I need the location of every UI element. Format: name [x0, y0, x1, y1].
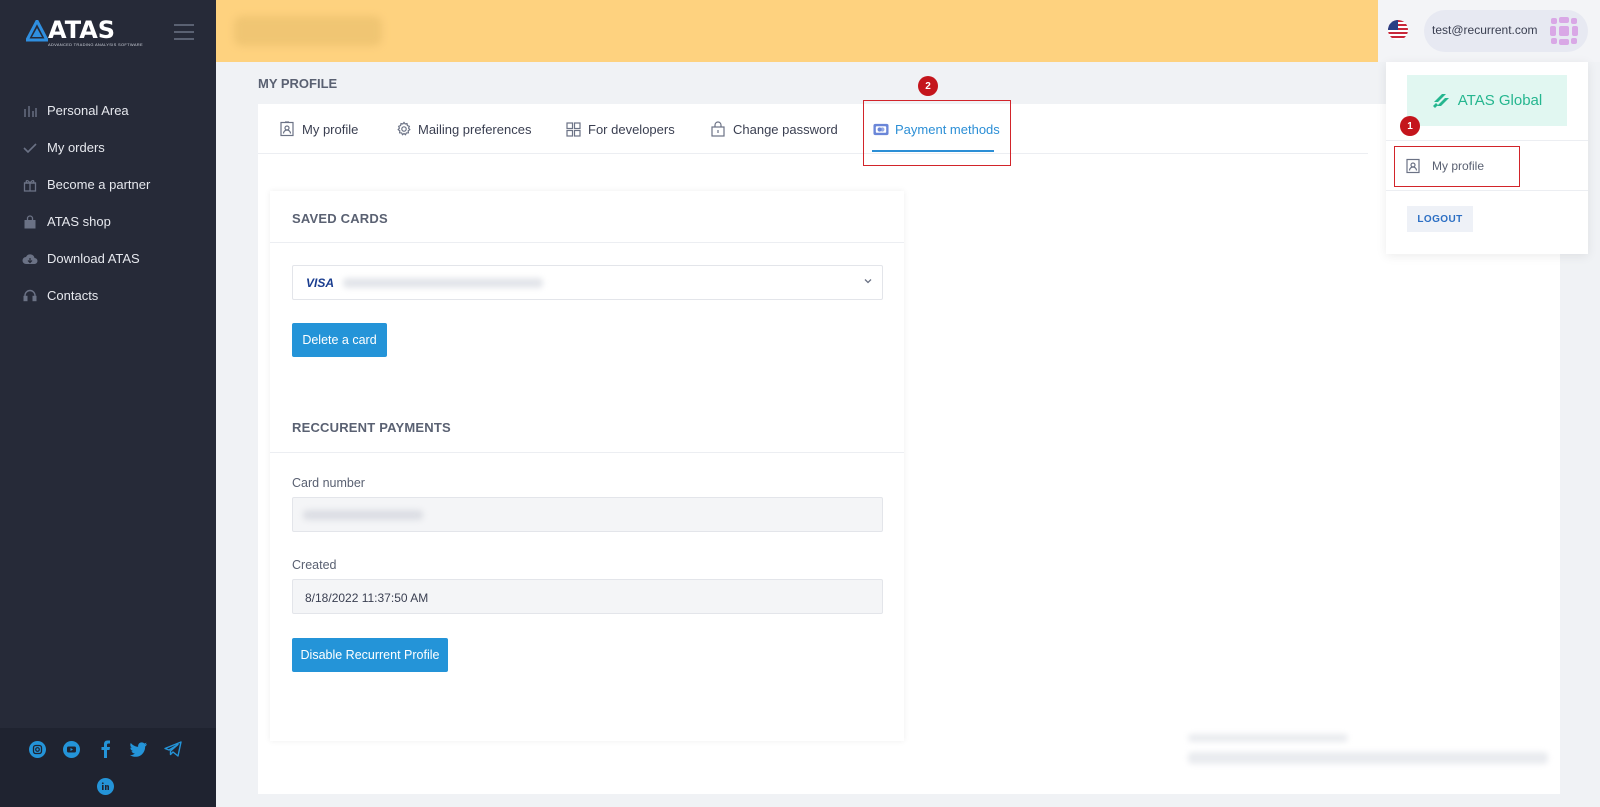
bar-chart-icon	[22, 103, 38, 119]
cloud-download-icon	[22, 251, 38, 267]
atas-global-logo-icon	[1432, 93, 1449, 108]
tab-for-developers[interactable]: For developers	[566, 104, 675, 154]
created-value: 8/18/2022 11:37:50 AM	[305, 591, 429, 605]
visa-brand: VISA	[306, 276, 335, 290]
sidebar-item-label: My orders	[47, 140, 105, 155]
divider	[1386, 140, 1588, 141]
menu-toggle-icon[interactable]	[174, 24, 194, 40]
tab-label: Mailing preferences	[418, 121, 532, 137]
tab-change-password[interactable]: Change password	[711, 104, 838, 154]
annotation-badge-2: 2	[918, 76, 938, 96]
card-number-field	[292, 497, 883, 532]
top-banner	[216, 0, 1378, 62]
divider	[1386, 190, 1588, 191]
atas-logo[interactable]: ATAS ADVANCED TRADING ANALYSIS SOFTWARE	[26, 14, 143, 48]
annotation-box-payment-methods	[863, 100, 1011, 166]
sidebar-item-label: Become a partner	[47, 177, 151, 192]
social-links	[0, 728, 216, 807]
annotation-box-my-profile	[1394, 146, 1520, 187]
gear-icon	[396, 121, 412, 137]
created-field: 8/18/2022 11:37:50 AM	[292, 579, 883, 614]
delete-card-button[interactable]: Delete a card	[292, 323, 387, 357]
page-title: MY PROFILE	[258, 76, 338, 91]
headset-icon	[22, 288, 38, 304]
sidebar-item-label: Download ATAS	[47, 251, 140, 266]
sidebar-item-label: Personal Area	[47, 103, 129, 118]
recurrent-payments-title: RECCURENT PAYMENTS	[292, 420, 451, 435]
atas-logo-icon	[26, 20, 48, 42]
saved-cards-title: SAVED CARDS	[292, 211, 388, 226]
grid-icon	[566, 121, 582, 137]
id-card-icon	[280, 121, 296, 137]
logout-button[interactable]: LOGOUT	[1407, 206, 1473, 232]
sidebar-item-personal-area[interactable]: Personal Area	[0, 92, 216, 129]
instagram-icon[interactable]	[28, 740, 46, 758]
youtube-icon[interactable]	[62, 740, 80, 758]
divider	[270, 242, 904, 243]
tab-mailing-preferences[interactable]: Mailing preferences	[396, 104, 531, 154]
divider	[270, 452, 904, 453]
sidebar-item-label: ATAS shop	[47, 214, 111, 229]
lock-icon	[711, 121, 727, 137]
us-flag-icon[interactable]	[1388, 20, 1408, 40]
app-tagline: ADVANCED TRADING ANALYSIS SOFTWARE	[48, 42, 143, 47]
telegram-icon[interactable]	[164, 740, 182, 758]
card-number-redacted	[303, 510, 423, 520]
sidebar-nav: Personal Area My orders Become a partner…	[0, 92, 216, 314]
shopping-bag-icon	[22, 214, 38, 230]
twitter-icon[interactable]	[130, 740, 148, 758]
sidebar-item-download-atas[interactable]: Download ATAS	[0, 240, 216, 277]
facebook-icon[interactable]	[96, 740, 114, 758]
sidebar-item-atas-shop[interactable]: ATAS shop	[0, 203, 216, 240]
blurred-footer-text	[1188, 734, 1348, 742]
card-number-redacted	[343, 278, 543, 288]
annotation-badge-1: 1	[1400, 116, 1420, 136]
tab-label: My profile	[302, 121, 359, 137]
atas-global-link[interactable]: ATAS Global	[1407, 75, 1567, 126]
user-email: test@recurrent.com	[1432, 23, 1538, 37]
linkedin-icon[interactable]	[96, 777, 114, 795]
banner-blurred-content	[234, 16, 382, 46]
sidebar: ATAS ADVANCED TRADING ANALYSIS SOFTWARE …	[0, 0, 216, 807]
check-icon	[22, 140, 38, 156]
profile-tabs: My profile Mailing preferences For devel…	[258, 104, 1368, 154]
created-label: Created	[292, 558, 337, 572]
chevron-down-icon	[864, 279, 872, 284]
tab-label: For developers	[588, 121, 675, 137]
user-menu-button[interactable]: test@recurrent.com	[1424, 10, 1588, 52]
atas-global-label: ATAS Global	[1457, 92, 1543, 109]
tab-my-profile[interactable]: My profile	[280, 104, 358, 154]
blurred-footer-text	[1188, 752, 1548, 764]
avatar	[1548, 15, 1580, 47]
disable-recurrent-button[interactable]: Disable Recurrent Profile	[292, 638, 448, 672]
sidebar-item-contacts[interactable]: Contacts	[0, 277, 216, 314]
card-number-label: Card number	[292, 476, 365, 490]
saved-card-select[interactable]: VISA	[292, 265, 883, 300]
app-name: ATAS	[48, 16, 116, 44]
tab-label: Change password	[733, 121, 838, 137]
sidebar-item-become-partner[interactable]: Become a partner	[0, 166, 216, 203]
gift-icon	[22, 177, 38, 193]
sidebar-item-label: Contacts	[47, 288, 99, 303]
sidebar-item-my-orders[interactable]: My orders	[0, 129, 216, 166]
